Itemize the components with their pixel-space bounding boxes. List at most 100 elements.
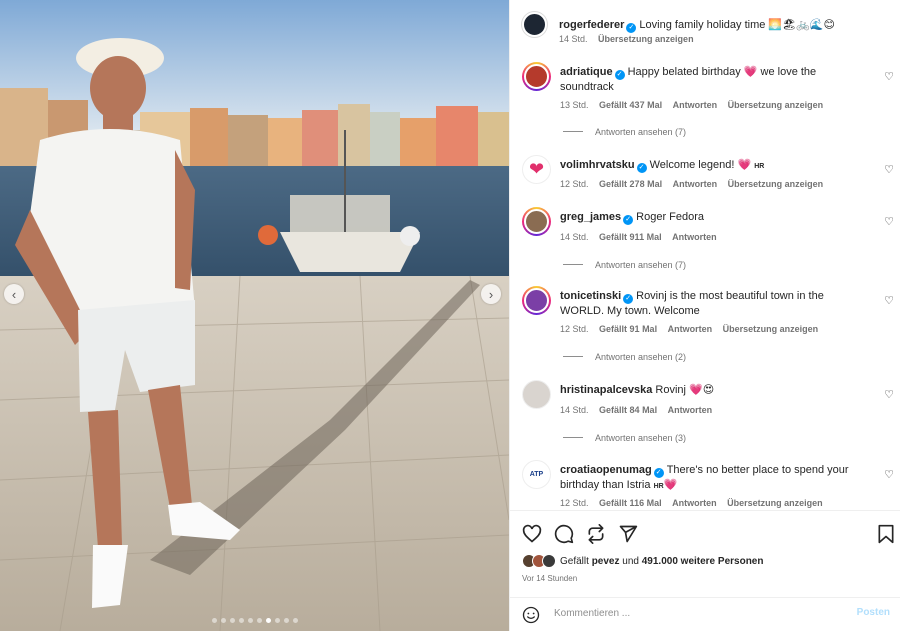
- like-comment-heart-icon[interactable]: ♡: [884, 215, 894, 228]
- comment-username[interactable]: adriatique: [560, 66, 613, 78]
- reply-button[interactable]: Antworten: [668, 324, 713, 334]
- like-comment-heart-icon[interactable]: ♡: [884, 294, 894, 307]
- replies-dash: [563, 437, 583, 438]
- comment-likes[interactable]: Gefällt 116 Mal: [599, 498, 662, 508]
- translate-link[interactable]: Übersetzung anzeigen: [723, 324, 819, 334]
- post-caption: rogerfederer ✓ Loving family holiday time …: [522, 10, 882, 50]
- translate-link[interactable]: Übersetzung anzeigen: [727, 498, 823, 508]
- comment-username[interactable]: volimhrvatsku: [560, 159, 635, 171]
- comment-age: 14 Std.: [560, 405, 589, 415]
- post-timestamp[interactable]: Vor 14 Stunden: [522, 574, 577, 583]
- avatar[interactable]: [522, 62, 551, 91]
- comment-username[interactable]: tonicetinski: [560, 290, 621, 302]
- comment-item: ❤ volimhrvatsku ✓ Welcome legend! 💗 HR 12 …: [522, 155, 900, 195]
- comment-likes[interactable]: Gefällt 84 Mal: [599, 405, 657, 415]
- verified-badge-icon: ✓: [623, 294, 634, 304]
- comment-item: greg_james ✓ Roger Fedora 14 Std. Gefällt …: [522, 207, 900, 272]
- comment-age: 12 Std.: [560, 179, 589, 189]
- carousel-dot: [238, 618, 244, 623]
- chevron-left-icon: ‹: [11, 286, 17, 302]
- avatar[interactable]: [522, 286, 551, 315]
- like-comment-heart-icon[interactable]: ♡: [884, 468, 894, 481]
- comment-age: 12 Std.: [560, 324, 589, 334]
- comment-text: Roger Fedora: [636, 211, 705, 223]
- comment-username[interactable]: hristinapalcevska: [560, 384, 652, 396]
- heart-logo-icon: ❤: [528, 159, 545, 179]
- comment-likes[interactable]: Gefällt 437 Mal: [599, 100, 662, 110]
- caption-username[interactable]: rogerfederer: [559, 19, 624, 31]
- reply-button[interactable]: Antworten: [668, 405, 713, 415]
- flag-label: HR: [754, 163, 765, 170]
- translate-link[interactable]: Übersetzung anzeigen: [728, 179, 824, 189]
- view-replies-button[interactable]: Antworten ansehen (2): [563, 352, 686, 362]
- tournament-logo-icon: ATP: [529, 471, 544, 478]
- replies-dash: [563, 131, 583, 132]
- avatar[interactable]: [522, 207, 551, 236]
- carousel-dot: [292, 618, 298, 623]
- likes-prefix: Gefällt: [560, 555, 589, 567]
- flag-label: HR: [653, 483, 664, 490]
- comment-icon[interactable]: [554, 524, 574, 544]
- replies-dash: [563, 356, 583, 357]
- carousel-indicator: [0, 618, 509, 623]
- share-icon[interactable]: [586, 524, 606, 544]
- likes-summary[interactable]: Gefällt pevez und 491.000 weitere Person…: [522, 553, 763, 569]
- view-replies-label: Antworten ansehen (3): [595, 433, 687, 443]
- avatar[interactable]: ❤: [522, 155, 551, 184]
- translate-link[interactable]: Übersetzung anzeigen: [728, 100, 824, 110]
- view-replies-button[interactable]: Antworten ansehen (3): [563, 433, 686, 443]
- carousel-dot-active: [265, 618, 271, 623]
- comment-composer: Posten: [510, 597, 900, 631]
- view-replies-button[interactable]: Antworten ansehen (7): [563, 127, 686, 137]
- verified-badge-icon: ✓: [636, 163, 647, 173]
- comment-heart-emoji: 💗: [663, 479, 678, 491]
- view-replies-label: Antworten ansehen (2): [595, 352, 687, 362]
- reply-button[interactable]: Antworten: [673, 179, 718, 189]
- caption-age: 14 Std.: [559, 34, 588, 44]
- avatar[interactable]: [522, 380, 551, 409]
- verified-badge-icon: ✓: [614, 70, 625, 80]
- reply-button[interactable]: Antworten: [672, 232, 717, 242]
- comment-likes[interactable]: Gefällt 278 Mal: [599, 179, 662, 189]
- reply-button[interactable]: Antworten: [672, 498, 717, 508]
- next-photo-button[interactable]: ›: [481, 284, 501, 304]
- carousel-dot: [211, 618, 217, 623]
- like-comment-heart-icon[interactable]: ♡: [884, 163, 894, 176]
- post-actions: Gefällt pevez und 491.000 weitere Person…: [510, 510, 900, 630]
- emoji-icon[interactable]: [522, 606, 540, 624]
- carousel-dot: [220, 618, 226, 623]
- carousel-dot: [229, 618, 235, 623]
- view-replies-button[interactable]: Antworten ansehen (7): [563, 260, 686, 270]
- like-comment-heart-icon[interactable]: ♡: [884, 388, 894, 401]
- translate-link[interactable]: Übersetzung anzeigen: [598, 34, 694, 44]
- previous-photo-button[interactable]: ‹: [4, 284, 24, 304]
- likes-middle: und: [622, 555, 639, 567]
- post-side-panel: rogerfederer ✓ Loving family holiday time …: [509, 0, 900, 631]
- comment-age: 13 Std.: [560, 100, 589, 110]
- liker-username[interactable]: pevez: [592, 556, 620, 567]
- send-icon[interactable]: [618, 524, 638, 544]
- comment-likes[interactable]: Gefällt 91 Mal: [599, 324, 657, 334]
- avatar[interactable]: ATP: [522, 460, 551, 489]
- comment-age: 14 Std.: [560, 232, 589, 242]
- reply-button[interactable]: Antworten: [673, 100, 718, 110]
- bookmark-icon[interactable]: [876, 524, 896, 544]
- post-photo[interactable]: ‹ ›: [0, 0, 509, 631]
- comment-likes[interactable]: Gefällt 911 Mal: [599, 232, 662, 242]
- verified-badge-icon: ✓: [653, 468, 664, 478]
- comment-username[interactable]: greg_james: [560, 211, 621, 223]
- verified-badge-icon: ✓: [623, 215, 634, 225]
- heart-icon[interactable]: [522, 524, 542, 544]
- comment-input[interactable]: [554, 608, 834, 619]
- replies-dash: [563, 264, 583, 265]
- comment-item: hristinapalcevska Rovinj 💗😍 14 Std. Gefä…: [522, 380, 900, 445]
- view-replies-label: Antworten ansehen (7): [595, 127, 687, 137]
- comment-age: 12 Std.: [560, 498, 589, 508]
- caption-text: Loving family holiday time 🌅🏖🚲🌊😊: [639, 19, 835, 31]
- like-comment-heart-icon[interactable]: ♡: [884, 70, 894, 83]
- carousel-dot: [283, 618, 289, 623]
- comment-username[interactable]: croatiaopenumag: [560, 464, 652, 476]
- likes-count[interactable]: 491.000 weitere Personen: [642, 556, 764, 567]
- avatar[interactable]: [522, 12, 547, 37]
- post-comment-button[interactable]: Posten: [857, 607, 890, 618]
